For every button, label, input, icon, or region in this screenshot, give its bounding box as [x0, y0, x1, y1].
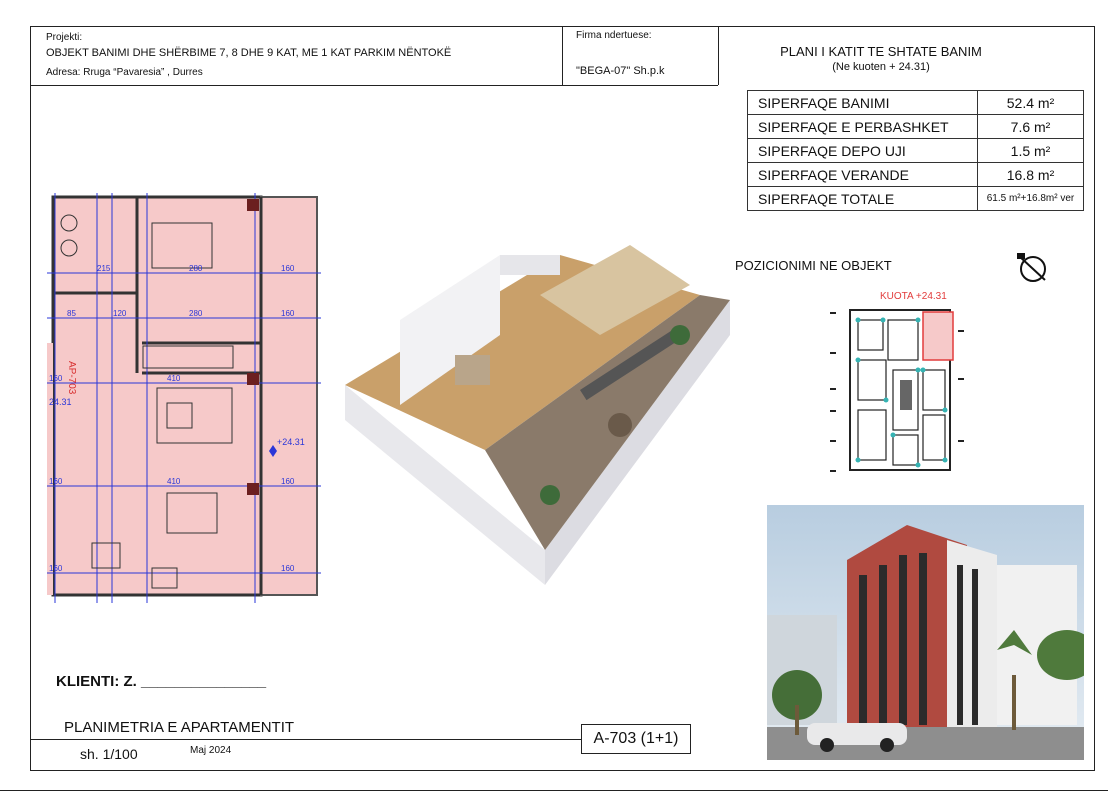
area-value: 1.5 m² — [977, 138, 1084, 163]
project-name: OBJEKT BANIMI DHE SHËRBIME 7, 8 DHE 9 KA… — [46, 47, 452, 59]
dim-label: 280 — [189, 309, 203, 318]
dim-label: 160 — [49, 374, 63, 383]
area-label: SIPERFAQE BANIMI — [747, 90, 978, 115]
client-line: KLIENTI: Z. _______________ — [56, 673, 267, 690]
header-divider-1 — [562, 26, 563, 85]
area-value: 61.5 m²+16.8m² ver — [977, 186, 1084, 211]
dim-label: 160 — [281, 309, 295, 318]
project-label: Projekti: — [46, 32, 83, 43]
plan-subtitle: (Ne kuoten + 24.31) — [832, 61, 930, 73]
dim-label: 215 — [97, 264, 111, 273]
position-label: POZICIONIMI NE OBJEKT — [735, 258, 892, 273]
apartment-code: A-703 (1+1) — [581, 724, 691, 754]
drawing-title: PLANIMETRIA E APARTAMENTIT — [64, 719, 295, 736]
dim-label: 410 — [167, 374, 181, 383]
area-label: SIPERFAQE VERANDE — [747, 162, 978, 187]
dim-label: 160 — [281, 477, 295, 486]
area-row: SIPERFAQE TOTALE 61.5 m²+16.8m² ver — [747, 186, 1084, 211]
site-position-plan — [830, 309, 964, 472]
area-value: 16.8 m² — [977, 162, 1084, 187]
dim-label: 160 — [49, 564, 63, 573]
dim-label: 85 — [67, 309, 76, 318]
level-right: +24.31 — [277, 437, 305, 447]
dim-label: 160 — [281, 264, 295, 273]
apt-label: AP-703 — [66, 361, 77, 395]
area-label: SIPERFAQE TOTALE — [747, 186, 978, 211]
area-value: 52.4 m² — [977, 90, 1084, 115]
header-divider-2 — [718, 26, 719, 85]
firm-name: "BEGA-07" Sh.p.k — [576, 65, 665, 77]
dim-label: 280 — [189, 264, 203, 273]
area-row: SIPERFAQE BANIMI 52.4 m² — [747, 90, 1084, 115]
drawing-date: Maj 2024 — [190, 745, 232, 756]
area-label: SIPERFAQE DEPO UJI — [747, 138, 978, 163]
dim-label: 160 — [281, 564, 295, 573]
drawing-scale: sh. 1/100 — [80, 746, 138, 762]
dim-label: 410 — [167, 477, 181, 486]
dim-label: 120 — [113, 309, 127, 318]
header-divider — [30, 85, 718, 86]
area-value: 7.6 m² — [977, 114, 1084, 139]
apartment-floor-plan: 215 280 160 85 120 280 160 410 160 410 1… — [47, 193, 321, 603]
page-bottom-line — [0, 790, 1108, 791]
area-label: SIPERFAQE E PERBASHKET — [747, 114, 978, 139]
area-row: SIPERFAQE E PERBASHKET 7.6 m² — [747, 114, 1084, 139]
level-left: 24.31 — [49, 397, 72, 407]
plan-title: PLANI I KATIT TE SHTATE BANIM — [780, 44, 982, 59]
dim-label: 160 — [49, 477, 63, 486]
project-address: Adresa: Rruga “Pavaresia” , Durres — [46, 67, 203, 78]
firm-label: Firma ndertuese: — [576, 30, 652, 41]
apartment-3d-render — [345, 245, 730, 585]
area-table: SIPERFAQE BANIMI 52.4 m² SIPERFAQE E PERB… — [747, 90, 1084, 211]
area-row: SIPERFAQE DEPO UJI 1.5 m² — [747, 138, 1084, 163]
area-row: SIPERFAQE VERANDE 16.8 m² — [747, 162, 1084, 187]
building-photo — [767, 505, 1084, 760]
north-arrow-icon — [1017, 253, 1046, 282]
footer-divider — [30, 739, 581, 740]
